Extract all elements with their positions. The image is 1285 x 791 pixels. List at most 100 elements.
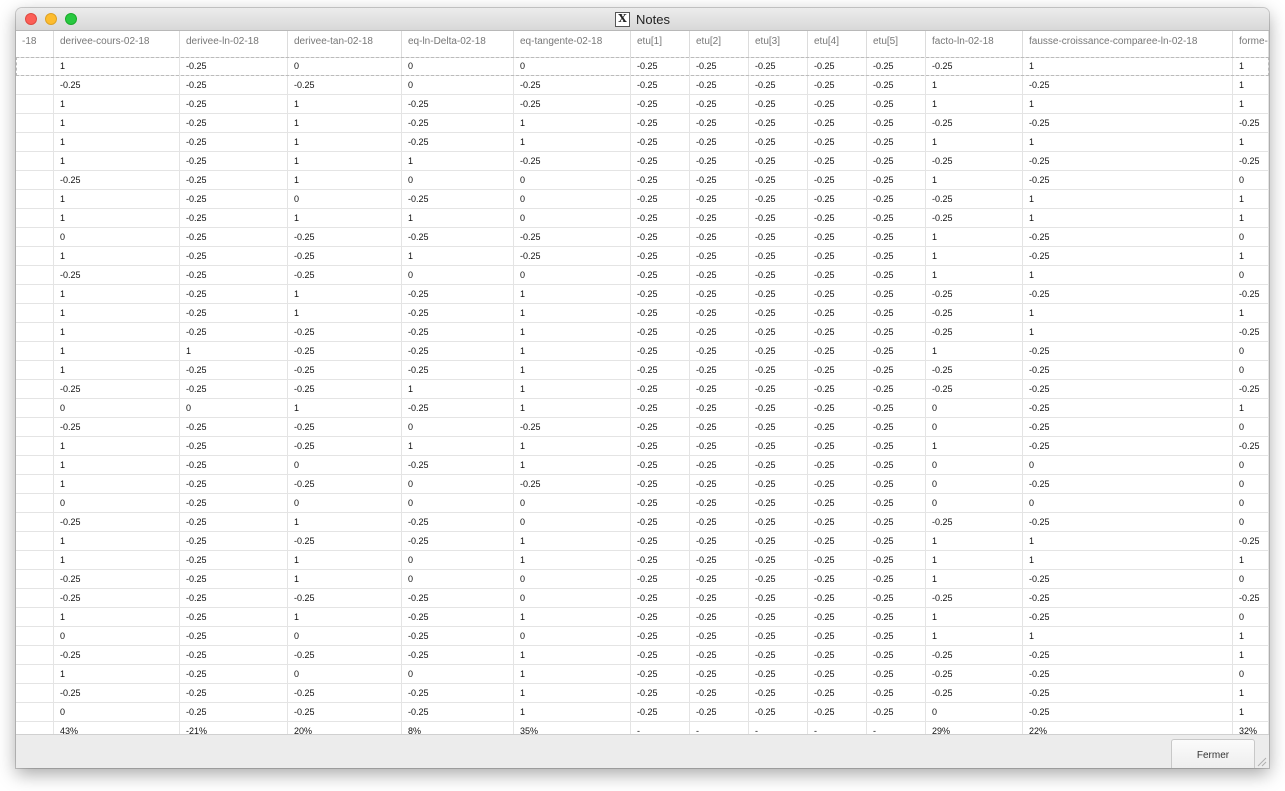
table-cell[interactable]: 1 [514, 323, 631, 342]
table-cell[interactable]: 1 [926, 627, 1023, 646]
table-cell[interactable]: -0.25 [631, 285, 690, 304]
table-cell[interactable]: 1 [926, 608, 1023, 627]
table-cell[interactable]: 1 [54, 532, 180, 551]
table-cell[interactable]: 0 [1233, 456, 1269, 475]
table-cell[interactable]: 0 [402, 494, 514, 513]
table-cell[interactable]: -0.25 [808, 76, 867, 95]
table-cell[interactable]: 1 [402, 152, 514, 171]
table-cell[interactable]: -0.25 [749, 532, 808, 551]
table-row[interactable]: 0 -0.25 0 0 0 -0.25 -0.25 -0.25 -0.25 -0.25 0 0 0 [16, 494, 1269, 513]
table-cell[interactable]: 1 [1233, 95, 1269, 114]
table-cell[interactable]: 0 [1233, 513, 1269, 532]
table-cell[interactable]: -0.25 [867, 399, 926, 418]
table-cell[interactable]: -0.25 [690, 361, 749, 380]
table-cell[interactable]: -0.25 [54, 684, 180, 703]
table-row[interactable]: -0.25 -0.25 -0.25 0 0 -0.25 -0.25 -0.25 -0.25 -0.… [16, 266, 1269, 285]
table-cell[interactable]: -0.25 [54, 646, 180, 665]
table-cell[interactable]: 0 [54, 228, 180, 247]
table-cell[interactable]: -0.25 [1023, 361, 1233, 380]
table-cell[interactable]: -0.25 [690, 228, 749, 247]
table-cell[interactable]: 1 [54, 152, 180, 171]
table-cell[interactable]: -0.25 [1023, 570, 1233, 589]
table-cell[interactable]: -0.25 [1233, 437, 1269, 456]
table-cell[interactable]: -0.25 [402, 456, 514, 475]
table-cell[interactable]: -0.25 [514, 152, 631, 171]
table-cell[interactable]: 1 [54, 95, 180, 114]
table-cell[interactable]: -0.25 [1023, 684, 1233, 703]
table-cell[interactable]: 0 [514, 266, 631, 285]
table-cell[interactable]: -0.25 [749, 152, 808, 171]
table-cell[interactable]: 0 [1233, 418, 1269, 437]
table-cell[interactable]: 1 [1233, 247, 1269, 266]
table-cell[interactable]: -0.25 [808, 437, 867, 456]
table-cell[interactable]: -0.25 [867, 114, 926, 133]
table-cell[interactable]: -0.25 [288, 323, 402, 342]
table-cell[interactable]: 1 [1023, 57, 1233, 76]
table-cell[interactable]: -0.25 [402, 703, 514, 722]
table-cell[interactable]: 1 [514, 437, 631, 456]
table-cell[interactable]: -0.25 [749, 399, 808, 418]
table-cell[interactable]: -0.25 [402, 361, 514, 380]
table-cell[interactable]: -0.25 [690, 665, 749, 684]
table-cell[interactable] [16, 133, 54, 152]
table-cell[interactable]: -0.25 [867, 703, 926, 722]
table-cell[interactable]: 0 [514, 570, 631, 589]
table-row[interactable]: -0.25 -0.25 1 -0.25 0 -0.25 -0.25 -0.25 -0.25 -0.… [16, 513, 1269, 532]
table-cell[interactable]: 0 [514, 190, 631, 209]
table-cell[interactable]: 0 [1233, 608, 1269, 627]
table-row[interactable]: 1 -0.25 1 -0.25 1 -0.25 -0.25 -0.25 -0.25 -0.25 -0… [16, 285, 1269, 304]
table-cell[interactable]: 1 [1233, 646, 1269, 665]
table-cell[interactable]: 1 [926, 76, 1023, 95]
table-cell[interactable]: -0.25 [1023, 380, 1233, 399]
table-cell[interactable]: 1 [180, 342, 288, 361]
table-cell[interactable]: 0 [926, 456, 1023, 475]
table-cell[interactable]: -0.25 [54, 589, 180, 608]
table-cell[interactable]: -0.25 [180, 646, 288, 665]
table-cell[interactable] [16, 646, 54, 665]
table-cell[interactable]: -0.25 [749, 133, 808, 152]
table-cell[interactable]: -0.25 [749, 304, 808, 323]
title-bar[interactable]: X Notes [16, 8, 1269, 31]
table-cell[interactable]: -0.25 [808, 380, 867, 399]
table-cell[interactable]: 1 [1023, 190, 1233, 209]
table-cell[interactable]: -0.25 [631, 589, 690, 608]
table-cell[interactable]: 1 [54, 342, 180, 361]
table-cell[interactable]: 1 [926, 532, 1023, 551]
table-cell[interactable] [16, 323, 54, 342]
table-cell[interactable]: -0.25 [749, 703, 808, 722]
table-cell[interactable]: -0.25 [1023, 342, 1233, 361]
table-cell[interactable]: -0.25 [749, 228, 808, 247]
table-cell[interactable]: 0 [402, 551, 514, 570]
table-cell[interactable]: -0.25 [926, 152, 1023, 171]
table-cell[interactable]: -0.25 [690, 380, 749, 399]
table-cell[interactable]: -0.25 [867, 494, 926, 513]
table-cell[interactable]: -0.25 [808, 456, 867, 475]
table-cell[interactable]: -0.25 [288, 589, 402, 608]
table-cell[interactable]: 22% [1023, 722, 1233, 734]
table-cell[interactable]: -0.25 [749, 418, 808, 437]
table-cell[interactable]: 1 [926, 228, 1023, 247]
table-cell[interactable]: 1 [926, 247, 1023, 266]
table-cell[interactable]: 0 [1023, 456, 1233, 475]
table-cell[interactable] [16, 722, 54, 734]
table-cell[interactable]: 1 [288, 133, 402, 152]
column-header-eq-tangente-02-18[interactable]: eq-tangente-02-18 [514, 31, 631, 57]
table-cell[interactable]: -0.25 [180, 247, 288, 266]
table-cell[interactable]: -0.25 [180, 190, 288, 209]
table-cell[interactable]: -0.25 [749, 76, 808, 95]
table-cell[interactable] [16, 285, 54, 304]
table-cell[interactable]: -0.25 [690, 190, 749, 209]
table-cell[interactable]: -0.25 [631, 57, 690, 76]
table-row[interactable]: 1 -0.25 -0.25 -0.25 1 -0.25 -0.25 -0.25 -0.25 -0.… [16, 323, 1269, 342]
table-cell[interactable]: -0.25 [631, 361, 690, 380]
table-cell[interactable]: -0.25 [926, 209, 1023, 228]
table-cell[interactable]: -0.25 [690, 475, 749, 494]
table-cell[interactable]: -0.25 [631, 247, 690, 266]
table-cell[interactable]: 1 [288, 304, 402, 323]
table-row[interactable]: 0 -0.25 -0.25 -0.25 -0.25 -0.25 -0.25 -0.25 -0.2… [16, 228, 1269, 247]
table-cell[interactable]: -0.25 [1233, 152, 1269, 171]
table-cell[interactable]: -0.25 [867, 133, 926, 152]
table-cell[interactable]: -0.25 [808, 95, 867, 114]
table-cell[interactable]: -0.25 [402, 608, 514, 627]
table-cell[interactable]: -0.25 [288, 475, 402, 494]
